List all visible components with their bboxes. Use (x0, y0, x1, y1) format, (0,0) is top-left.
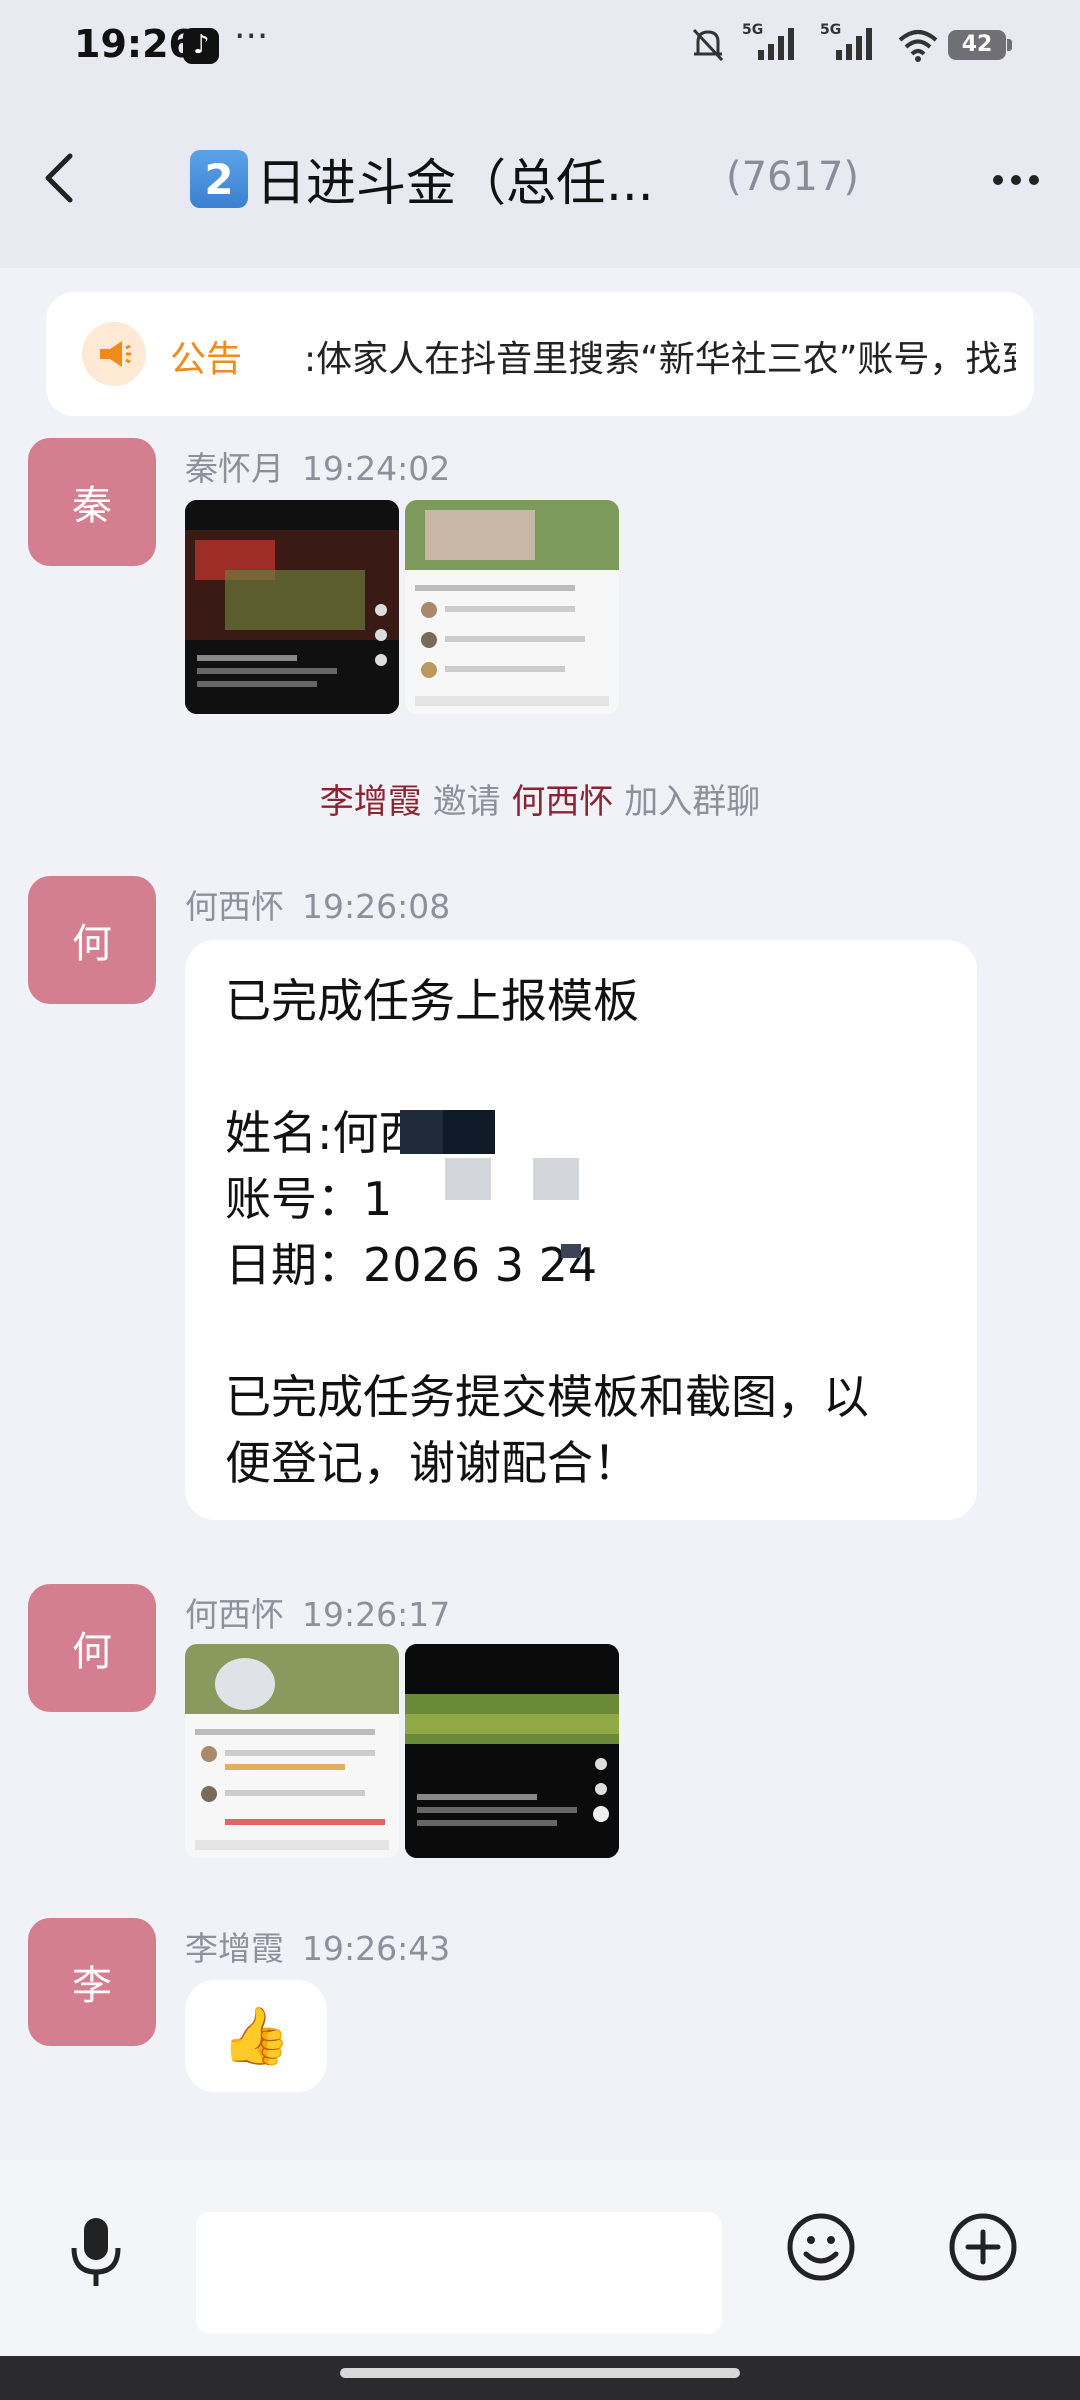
message-time: 19:26:08 (302, 887, 451, 926)
avatar[interactable]: 李 (28, 1918, 156, 2046)
announcement-label: 公告 (170, 339, 243, 380)
redaction-mosaic (533, 1158, 579, 1200)
sender-name: 李增霞 (185, 1929, 284, 1968)
system-nav-bar (0, 2356, 1080, 2400)
svg-text:5G: 5G (820, 22, 841, 38)
sender-name: 何西怀 (185, 1595, 284, 1634)
back-arrow-icon[interactable] (40, 148, 80, 208)
message-time: 19:26:17 (302, 1595, 451, 1634)
emoji-face-icon[interactable] (786, 2212, 856, 2282)
emoji-message-bubble[interactable]: 👍 (185, 1980, 327, 2092)
inviter-name[interactable]: 李增霞 (320, 782, 422, 822)
sender-name: 何西怀 (185, 887, 284, 926)
chat-header: 2 日进斗金（总任... (7617) (0, 90, 1080, 268)
message-meta: 李增霞 19:26:43 (185, 1922, 450, 1970)
signal-5g-icon-1: 5G (742, 22, 794, 60)
image-thumbnail[interactable] (405, 500, 619, 714)
announcement-text: :体家人在抖音里搜索“新华社三农”账号，找到“江 (304, 339, 1016, 380)
announcement-banner[interactable]: 公告 :体家人在抖音里搜索“新华社三农”账号，找到“江 (46, 292, 1034, 416)
bell-mute-icon (692, 28, 724, 62)
report-footer-line-2: 便登记，谢谢配合！ (225, 1436, 639, 1490)
member-count: (7617) (726, 154, 860, 200)
wifi-icon (898, 30, 938, 62)
thumbs-up-icon: 👍 (221, 2004, 291, 2069)
status-time: 19:26 (74, 22, 195, 66)
chat-title-group[interactable]: 2 日进斗金（总任... (190, 144, 654, 214)
sender-name: 秦怀月 (185, 449, 284, 488)
report-footer-line-1: 已完成任务提交模板和截图，以 (225, 1370, 869, 1424)
signal-5g-icon-2: 5G (820, 22, 872, 60)
chat-title: 日进斗金（总任... (256, 154, 654, 212)
home-indicator[interactable] (340, 2368, 740, 2378)
report-heading: 已完成任务上报模板 (225, 974, 639, 1028)
message-input-bar (0, 2160, 1080, 2356)
invitee-name[interactable]: 何西怀 (511, 782, 613, 822)
report-account-line: 账号：1 (225, 1172, 393, 1226)
message-input[interactable] (196, 2212, 722, 2334)
redaction-mosaic (445, 1158, 491, 1200)
battery-icon: 42 (948, 30, 1012, 60)
report-date-line: 日期：2026 3 24 (225, 1238, 598, 1292)
image-thumbnail[interactable] (185, 1644, 399, 1858)
message-meta: 何西怀 19:26:08 (185, 880, 450, 928)
report-name-line: 姓名:何西 (225, 1106, 425, 1160)
system-verb: 邀请 (432, 782, 501, 822)
more-options-icon[interactable] (992, 174, 1040, 186)
image-thumbnail[interactable] (405, 1644, 619, 1858)
avatar[interactable]: 何 (28, 1584, 156, 1712)
avatar[interactable]: 秦 (28, 438, 156, 566)
tiktok-icon: ♪ (183, 28, 219, 64)
text-message-bubble[interactable]: 已完成任务上报模板 姓名:何西 账号：1 日期：2026 3 24 已完成任务提… (185, 940, 977, 1520)
message-time: 19:24:02 (302, 449, 451, 488)
message-meta: 秦怀月 19:24:02 (185, 442, 450, 490)
message-time: 19:26:43 (302, 1929, 451, 1968)
notification-overflow: ··· (234, 16, 269, 57)
image-thumbnail[interactable] (185, 500, 399, 714)
redaction-mosaic (443, 1110, 495, 1154)
status-bar: 19:26 ♪ ··· 5G 5G 42 (0, 0, 1080, 90)
svg-text:5G: 5G (742, 22, 763, 38)
redaction-mosaic (561, 1244, 581, 1258)
megaphone-icon (82, 322, 146, 386)
system-message: 李增霞 邀请 何西怀 加入群聊 (0, 774, 1080, 823)
plus-circle-icon[interactable] (948, 2212, 1018, 2282)
microphone-icon[interactable] (66, 2212, 126, 2292)
system-suffix: 加入群聊 (624, 782, 761, 822)
avatar[interactable]: 何 (28, 876, 156, 1004)
message-meta: 何西怀 19:26:17 (185, 1588, 450, 1636)
keycap-two-emoji: 2 (190, 150, 248, 208)
